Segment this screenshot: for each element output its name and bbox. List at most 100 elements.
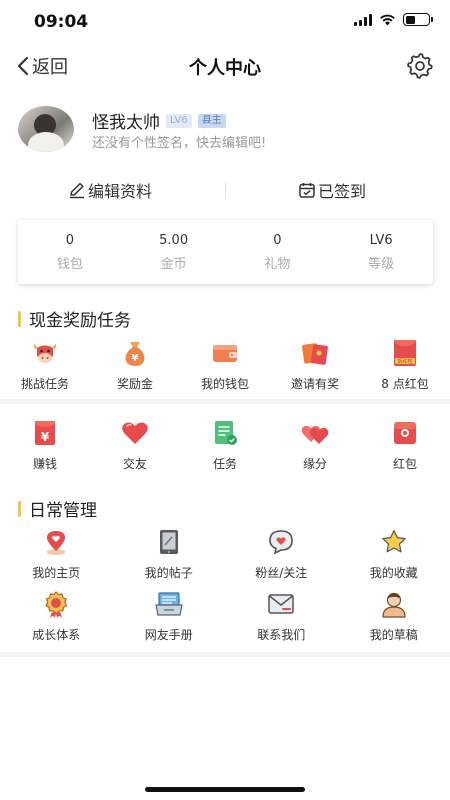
stat-label: 钱包	[56, 257, 83, 272]
daily-header: 日常管理	[18, 496, 97, 521]
wifi-icon	[380, 14, 395, 26]
daily-growth[interactable]: 成长体系	[0, 589, 113, 643]
edit-profile-label: 编辑资料	[88, 182, 153, 201]
daily-label: 我的主页	[32, 566, 81, 580]
battery-icon	[403, 13, 433, 26]
daily-favorites[interactable]: 我的收藏	[338, 527, 450, 581]
feature-label: 赚钱	[32, 457, 57, 471]
daily-grid-row-2: 成长体系 网友手册 联系我们 我的草稿	[0, 589, 450, 643]
username-row: 怪我太帅 LV6 县主	[92, 108, 226, 133]
star-icon	[381, 529, 406, 553]
stat-value: LV6	[369, 233, 393, 248]
task-label: 8 点红包	[381, 377, 429, 391]
section-title: 现金奖励任务	[29, 311, 131, 331]
pencil-icon	[70, 182, 84, 199]
stat-value: 5.00	[159, 233, 189, 248]
task-label: 奖励金	[116, 377, 153, 391]
red-packet-text: 拆红包	[397, 358, 412, 365]
stat-label: 礼物	[264, 257, 291, 272]
section-accent-bar	[18, 310, 21, 327]
nav-bar: 返回 个人中心	[0, 44, 450, 88]
stat-label: 金币	[160, 257, 187, 272]
money-bag-icon: ¥	[125, 342, 145, 366]
feature-label: 任务	[212, 457, 237, 471]
red-packet-heart-icon	[394, 422, 416, 444]
daily-manual[interactable]: 网友手册	[113, 589, 226, 643]
task-invite[interactable]: 邀请有奖	[270, 338, 360, 392]
signature[interactable]: 还没有个性签名，快去编辑吧!	[92, 132, 266, 151]
status-icons	[354, 13, 433, 26]
daily-fans[interactable]: 粉丝/关注	[225, 527, 338, 581]
feature-label: 缘分	[302, 457, 327, 471]
task-red-packet[interactable]: 拆红包 8 点红包	[360, 338, 450, 392]
medal-icon	[45, 591, 68, 618]
daily-posts[interactable]: 我的帖子	[113, 527, 226, 581]
double-heart-icon	[301, 425, 329, 444]
cash-tasks-header: 现金奖励任务	[18, 306, 131, 331]
edit-profile-button[interactable]: 编辑资料	[68, 178, 152, 202]
section-separator	[0, 399, 450, 404]
level-badge: LV6	[166, 113, 192, 128]
status-time: 09:04	[34, 12, 89, 32]
divider	[225, 182, 226, 198]
stat-coins[interactable]: 5.00 金币	[122, 220, 226, 284]
stats-card: 0 钱包 5.00 金币 0 礼物 LV6 等级	[18, 220, 433, 284]
cow-icon	[33, 344, 57, 363]
profile-actions: 编辑资料 已签到	[0, 170, 450, 210]
feature-fate[interactable]: 缘分	[270, 418, 360, 472]
daily-label: 网友手册	[144, 628, 193, 642]
red-packet-icon: 拆红包	[394, 340, 416, 366]
status-bar: 09:04	[0, 0, 450, 44]
chat-heart-icon	[269, 530, 294, 555]
person-icon	[382, 592, 406, 618]
task-challenge[interactable]: 挑战任务	[0, 338, 90, 392]
feature-earn[interactable]: ¥ 赚钱	[0, 418, 90, 472]
stat-wallet[interactable]: 0 钱包	[18, 220, 122, 284]
daily-homepage[interactable]: 我的主页	[0, 527, 113, 581]
settings-button[interactable]	[406, 52, 434, 80]
red-envelopes-icon	[302, 343, 328, 365]
username: 怪我太帅	[92, 113, 160, 133]
task-reward[interactable]: ¥ 奖励金	[90, 338, 180, 392]
wallet-icon	[213, 345, 237, 362]
stat-gifts[interactable]: 0 礼物	[226, 220, 330, 284]
daily-label: 我的草稿	[369, 628, 418, 642]
calendar-check-icon	[299, 183, 315, 198]
task-label: 邀请有奖	[290, 377, 339, 391]
stat-level[interactable]: LV6 等级	[329, 220, 433, 284]
svg-text:¥: ¥	[132, 353, 139, 364]
mail-icon	[268, 594, 294, 614]
task-wallet[interactable]: 我的钱包	[180, 338, 270, 392]
signal-icon	[354, 13, 372, 26]
tablet-icon	[159, 530, 178, 554]
feature-friends[interactable]: 交友	[90, 418, 180, 472]
feature-tasks[interactable]: 任务	[180, 418, 270, 472]
feature-label: 红包	[392, 457, 417, 471]
svg-text:¥: ¥	[41, 430, 50, 444]
stat-label: 等级	[368, 257, 395, 272]
heart-icon	[122, 422, 148, 444]
task-label: 挑战任务	[20, 377, 69, 391]
section-separator	[0, 652, 450, 657]
stat-value: 0	[65, 233, 75, 248]
daily-label: 成长体系	[32, 628, 81, 642]
home-indicator	[145, 787, 305, 792]
cash-tasks-grid: 挑战任务 ¥ 奖励金 我的钱包 邀请有奖 拆红包 8 点红包	[0, 338, 450, 392]
daily-label: 粉丝/关注	[255, 566, 308, 580]
profile-section: 怪我太帅 LV6 县主 还没有个性签名，快去编辑吧!	[18, 106, 432, 156]
yuan-icon: ¥	[35, 421, 55, 445]
manual-icon	[155, 592, 183, 616]
stat-value: 0	[273, 233, 282, 248]
daily-contact[interactable]: 联系我们	[225, 589, 338, 643]
task-doc-icon	[215, 421, 237, 445]
feature-label: 交友	[122, 457, 147, 471]
daily-label: 我的帖子	[144, 566, 193, 580]
daily-grid-row-1: 我的主页 我的帖子 粉丝/关注 我的收藏	[0, 527, 450, 581]
feature-red-packet[interactable]: 红包	[360, 418, 450, 472]
section-accent-bar	[18, 500, 21, 517]
check-in-label: 已签到	[318, 182, 367, 201]
check-in-button[interactable]: 已签到	[298, 178, 366, 202]
avatar[interactable]	[18, 106, 74, 152]
daily-drafts[interactable]: 我的草稿	[338, 589, 450, 643]
battery-level	[405, 15, 416, 24]
